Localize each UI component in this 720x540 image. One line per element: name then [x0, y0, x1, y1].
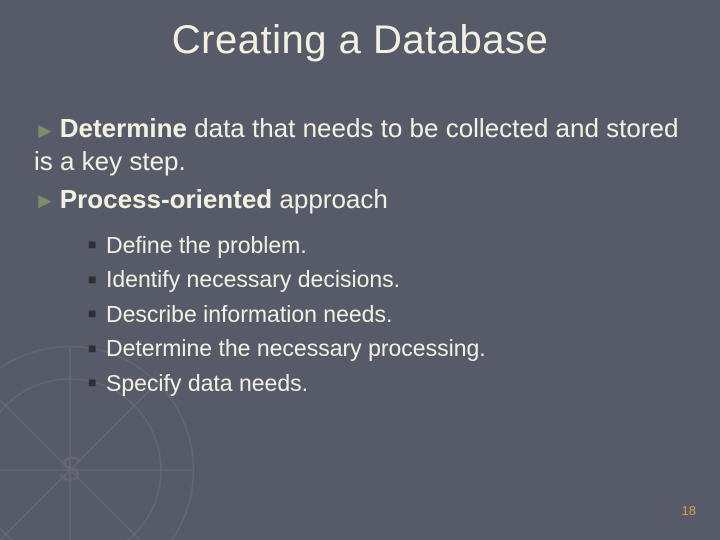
slide: S Creating a Database ►Determine data th… — [0, 0, 720, 540]
slide-title: Creating a Database — [0, 18, 720, 63]
square-bullet-icon: ■ — [88, 338, 106, 359]
arrow-icon: ► — [34, 188, 56, 214]
list-item: ■Identify necessary decisions. — [88, 262, 680, 297]
bullet-bold: Determine — [60, 113, 187, 143]
square-bullet-icon: ■ — [88, 303, 106, 324]
sub-text: Determine the necessary processing. — [106, 335, 486, 361]
svg-text:S: S — [59, 450, 82, 488]
slide-body: ►Determine data that needs to be collect… — [34, 112, 680, 400]
list-item: ■Define the problem. — [88, 228, 680, 263]
list-item: ■Specify data needs. — [88, 366, 680, 401]
list-item: ■Determine the necessary processing. — [88, 331, 680, 366]
list-item: ■Describe information needs. — [88, 297, 680, 332]
square-bullet-icon: ■ — [88, 234, 106, 255]
bullet-rest: approach — [272, 184, 388, 214]
bullet-item-2: ►Process-oriented approach — [34, 183, 680, 216]
square-bullet-icon: ■ — [88, 269, 106, 290]
bullet-item-1: ►Determine data that needs to be collect… — [34, 112, 680, 179]
arrow-icon: ► — [34, 117, 56, 145]
page-number: 18 — [682, 503, 696, 518]
sub-text: Specify data needs. — [106, 370, 308, 396]
sub-text: Define the problem. — [106, 232, 307, 258]
bullet-bold: Process-oriented — [60, 184, 272, 214]
sub-text: Identify necessary decisions. — [106, 266, 400, 292]
square-bullet-icon: ■ — [88, 372, 106, 393]
sub-text: Describe information needs. — [106, 301, 392, 327]
sub-list: ■Define the problem. ■Identify necessary… — [88, 228, 680, 401]
